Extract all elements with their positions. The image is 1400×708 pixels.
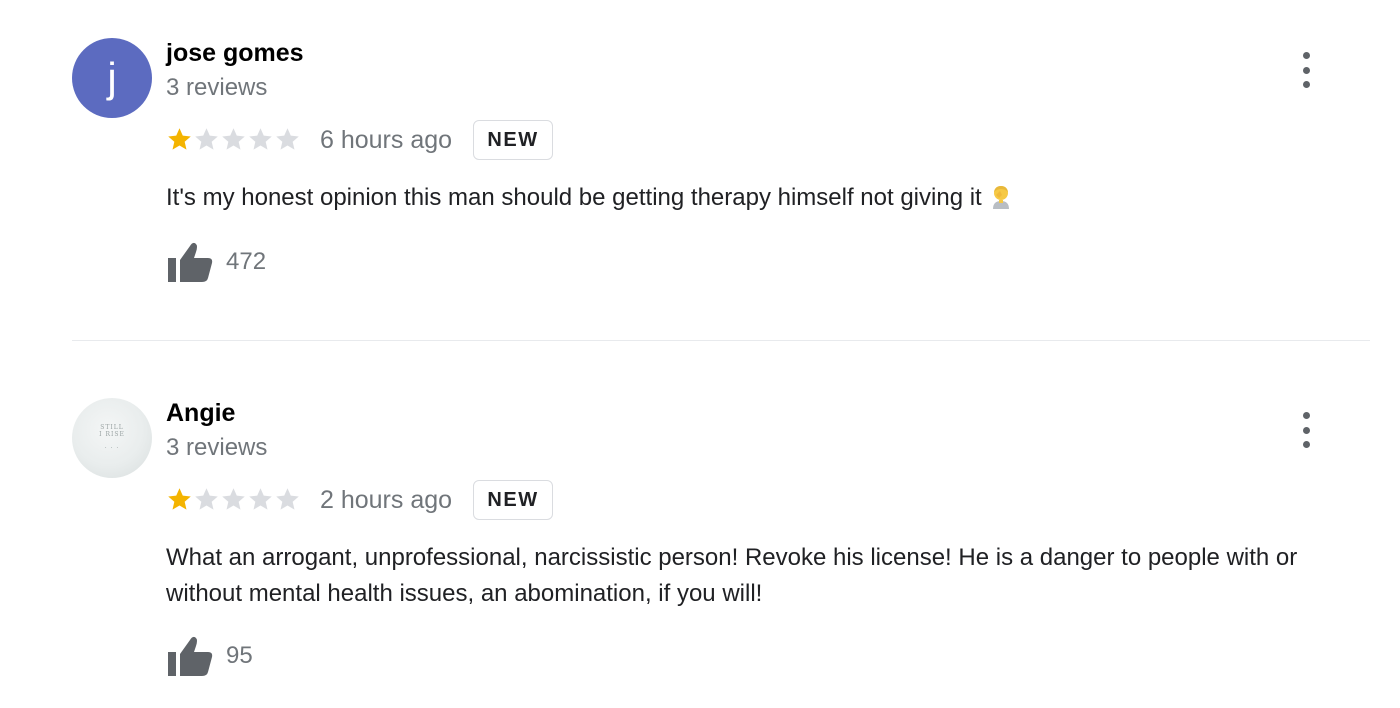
reviewer-name[interactable]: Angie (166, 398, 235, 428)
star-empty-icon (249, 487, 272, 510)
more-options-dot (1302, 81, 1310, 88)
like-button[interactable]: 472 (166, 240, 266, 284)
new-badge: NEW (473, 120, 553, 160)
avatar[interactable]: j (72, 38, 152, 118)
review-text: What an arrogant, unprofessional, narcis… (166, 544, 1298, 607)
like-button[interactable]: 95 (166, 634, 253, 678)
more-options-dot (1302, 66, 1310, 74)
review-time: 6 hours ago (320, 126, 453, 154)
reviewer-name[interactable]: jose gomes (166, 38, 304, 68)
facepalm-emoji-icon (993, 186, 1010, 209)
avatar-image-text: STILL I RISE · · · (99, 424, 125, 452)
star-filled-icon (168, 127, 191, 150)
star-rating (166, 124, 301, 154)
like-count: 472 (226, 248, 267, 275)
more-options-button[interactable] (1292, 50, 1320, 90)
star-empty-icon (222, 127, 245, 150)
avatar-letter: j (107, 54, 117, 101)
star-rating (166, 484, 301, 514)
star-empty-icon (276, 127, 299, 150)
review-text: It's my honest opinion this man should b… (166, 180, 1376, 216)
star-filled-icon (168, 487, 191, 510)
review-time: 2 hours ago (320, 486, 453, 514)
review-divider (72, 340, 1370, 341)
more-options-button[interactable] (1292, 410, 1320, 450)
like-count: 95 (226, 642, 253, 669)
star-empty-icon (195, 127, 218, 150)
reviewer-review-count[interactable]: 3 reviews (166, 433, 267, 463)
star-empty-icon (195, 487, 218, 510)
more-options-dot (1302, 426, 1310, 434)
star-empty-icon (276, 487, 299, 510)
avatar[interactable]: STILL I RISE · · · (72, 398, 152, 478)
star-empty-icon (249, 127, 272, 150)
more-options-dot (1302, 412, 1310, 419)
new-badge: NEW (473, 480, 553, 520)
thumbs-up-icon (168, 636, 213, 676)
review-text-content: It's my honest opinion this man should b… (166, 184, 982, 211)
thumbs-up-icon (168, 242, 213, 282)
more-options-dot (1302, 441, 1310, 448)
more-options-dot (1302, 52, 1310, 59)
star-empty-icon (222, 487, 245, 510)
reviewer-review-count[interactable]: 3 reviews (166, 73, 267, 103)
